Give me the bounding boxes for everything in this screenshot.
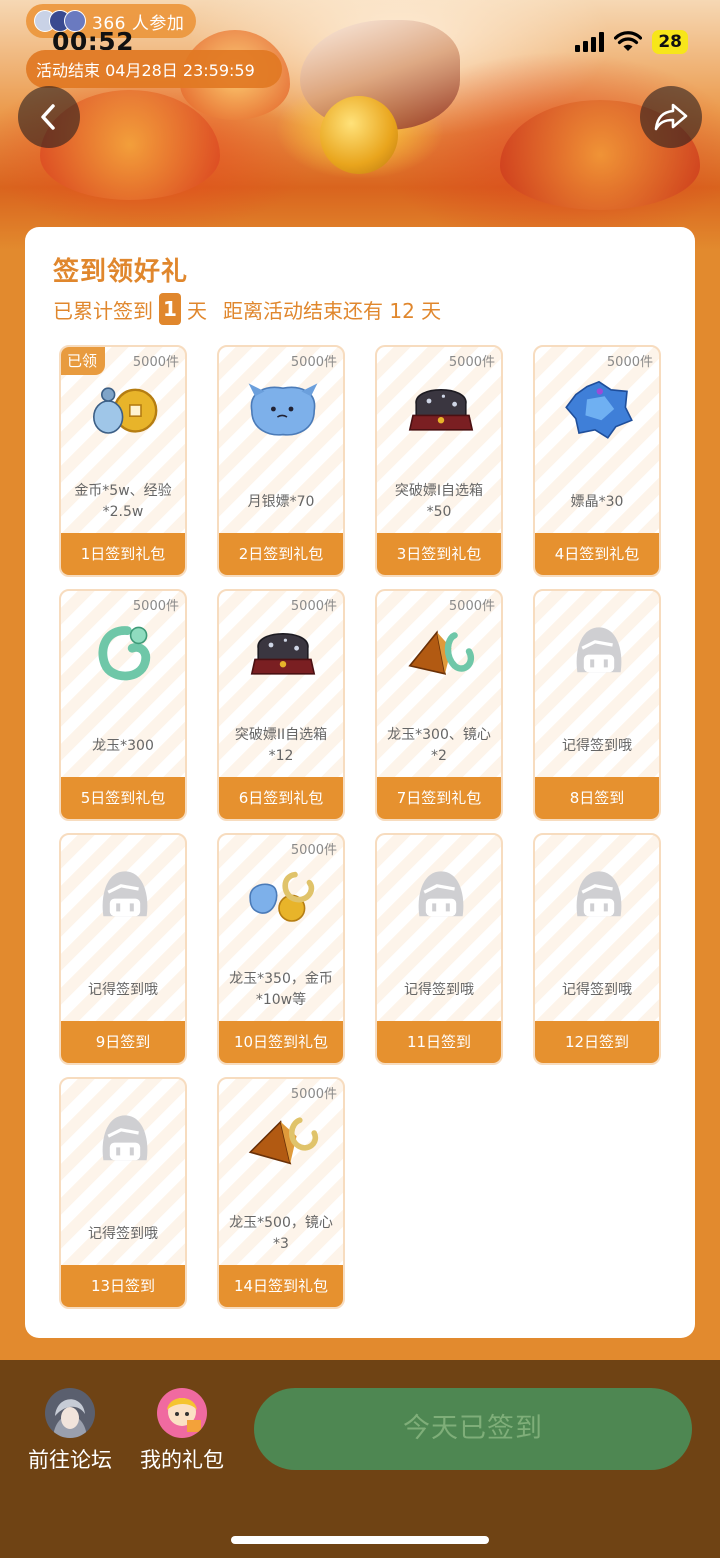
gift-name: 突破嫖I自选箱*50 <box>394 483 484 520</box>
reward-tile[interactable]: 5000件突破嫖II自选箱*12 6日签到礼包 <box>217 589 345 821</box>
placeholder-avatar-icon <box>89 1105 161 1177</box>
jade-pyramid-icon <box>405 617 477 689</box>
blue-creature-icon <box>247 373 319 445</box>
gift-name: 记得签到哦 <box>562 737 632 754</box>
stock-count: 5000件 <box>132 599 179 614</box>
gift-name: 龙玉*350，金币*10w等 <box>229 971 333 1008</box>
home-indicator <box>231 1536 489 1544</box>
forum-avatar-icon <box>45 1388 95 1438</box>
stock-count: 5000件 <box>606 355 653 370</box>
gift-name: 记得签到哦 <box>88 981 158 998</box>
gift-avatar-icon <box>157 1388 207 1438</box>
day-label: 3日签到礼包 <box>377 533 501 575</box>
wifi-icon <box>614 31 643 51</box>
bottom-bar: 前往论坛 我的礼包 今天已签到 <box>0 1360 720 1558</box>
gift-name: 记得签到哦 <box>88 1225 158 1242</box>
reward-tile[interactable]: 记得签到哦 13日签到 <box>59 1077 187 1309</box>
back-button[interactable] <box>18 86 80 148</box>
stock-count: 5000件 <box>290 843 337 858</box>
reward-tile[interactable]: 已领 5000件金币*5w、经验*2.5w 1日签到礼包 <box>59 345 187 577</box>
jade-dragon-icon <box>89 617 161 689</box>
activity-end-time: 活动结束 04月28日 23:59:59 <box>26 50 282 88</box>
reward-tile[interactable]: 5000件突破嫖I自选箱*50 3日签到礼包 <box>375 345 503 577</box>
card-title: 签到领好礼 <box>53 257 189 287</box>
day-label: 9日签到 <box>61 1021 185 1063</box>
stock-count: 5000件 <box>290 1087 337 1102</box>
gift-name: 龙玉*500，镜心*3 <box>229 1215 333 1252</box>
gold-pyramid-icon <box>247 1105 319 1177</box>
placeholder-avatar-icon <box>563 617 635 689</box>
my-gifts-link[interactable]: 我的礼包 <box>140 1388 224 1474</box>
placeholder-avatar-icon <box>405 861 477 933</box>
day-label: 5日签到礼包 <box>61 777 185 819</box>
gift-name: 金币*5w、经验*2.5w <box>74 483 172 520</box>
reward-tile[interactable]: 5000件龙玉*500，镜心*3 14日签到礼包 <box>217 1077 345 1309</box>
gold-coin-illustration <box>320 96 398 174</box>
day-unit: 天 <box>187 298 207 323</box>
day-label: 7日签到礼包 <box>377 777 501 819</box>
stock-count: 5000件 <box>132 355 179 370</box>
stock-count: 5000件 <box>448 355 495 370</box>
gift-name: 记得签到哦 <box>404 981 474 998</box>
coins-bottle-icon <box>89 373 161 445</box>
dark-chest-icon <box>247 617 319 689</box>
share-button[interactable] <box>640 86 702 148</box>
chevron-left-icon <box>41 104 55 130</box>
reward-tile[interactable]: 5000件龙玉*350，金币*10w等 10日签到礼包 <box>217 833 345 1065</box>
stock-count: 5000件 <box>448 599 495 614</box>
claimed-badge: 已领 <box>61 347 106 375</box>
signed-days-badge: 1 <box>159 293 181 325</box>
stock-count: 5000件 <box>290 355 337 370</box>
signin-progress: 已累计签到 1 天 距离活动结束还有 12 天 <box>53 293 441 325</box>
cellular-signal-icon <box>575 32 605 52</box>
gift-name: 月银嫖*70 <box>247 493 315 510</box>
day-label: 6日签到礼包 <box>219 777 343 819</box>
day-label: 11日签到 <box>377 1021 501 1063</box>
forum-label: 前往论坛 <box>28 1448 112 1472</box>
signed-label: 已累计签到 <box>53 298 153 323</box>
gift-bundle-icon <box>247 861 319 933</box>
share-arrow-icon <box>654 103 688 131</box>
gift-name: 记得签到哦 <box>562 981 632 998</box>
day-label: 13日签到 <box>61 1265 185 1307</box>
blue-crystal-icon <box>563 373 635 445</box>
stock-count: 5000件 <box>290 599 337 614</box>
battery-level: 28 <box>652 30 688 54</box>
reward-tile[interactable]: 5000件嫖晶*30 4日签到礼包 <box>533 345 661 577</box>
gift-name: 龙玉*300、镜心*2 <box>387 727 491 764</box>
reward-tile[interactable]: 5000件龙玉*300、镜心*2 7日签到礼包 <box>375 589 503 821</box>
reward-tile[interactable]: 5000件月银嫖*70 2日签到礼包 <box>217 345 345 577</box>
signed-today-button[interactable]: 今天已签到 <box>254 1388 692 1470</box>
remaining-days: 距离活动结束还有 12 天 <box>223 298 442 323</box>
day-label: 14日签到礼包 <box>219 1265 343 1307</box>
day-label: 1日签到礼包 <box>61 533 185 575</box>
day-label: 12日签到 <box>535 1021 659 1063</box>
system-status-icons: 28 <box>575 30 688 54</box>
placeholder-avatar-icon <box>563 861 635 933</box>
forum-link[interactable]: 前往论坛 <box>28 1388 112 1474</box>
day-label: 4日签到礼包 <box>535 533 659 575</box>
dark-chest-icon <box>405 373 477 445</box>
gift-name: 嫖晶*30 <box>570 493 624 510</box>
gifts-label: 我的礼包 <box>140 1448 224 1472</box>
gift-name: 突破嫖II自选箱*12 <box>234 727 328 764</box>
signin-card: 签到领好礼 已累计签到 1 天 距离活动结束还有 12 天 已领 5000件 金币*… <box>25 227 695 1338</box>
reward-tile[interactable]: 记得签到哦 8日签到 <box>533 589 661 821</box>
day-label: 2日签到礼包 <box>219 533 343 575</box>
reward-tile[interactable]: 5000件龙玉*300 5日签到礼包 <box>59 589 187 821</box>
reward-tile[interactable]: 记得签到哦 12日签到 <box>533 833 661 1065</box>
day-label: 8日签到 <box>535 777 659 819</box>
placeholder-avatar-icon <box>89 861 161 933</box>
day-label: 10日签到礼包 <box>219 1021 343 1063</box>
reward-tile[interactable]: 记得签到哦 11日签到 <box>375 833 503 1065</box>
reward-grid: 已领 5000件 金币*5w、经验*2.5w 1日签到礼包 5000件 月银嫖*70 2日签… <box>59 345 661 1309</box>
gift-name: 龙玉*300 <box>92 737 154 754</box>
reward-tile[interactable]: 记得签到哦 9日签到 <box>59 833 187 1065</box>
